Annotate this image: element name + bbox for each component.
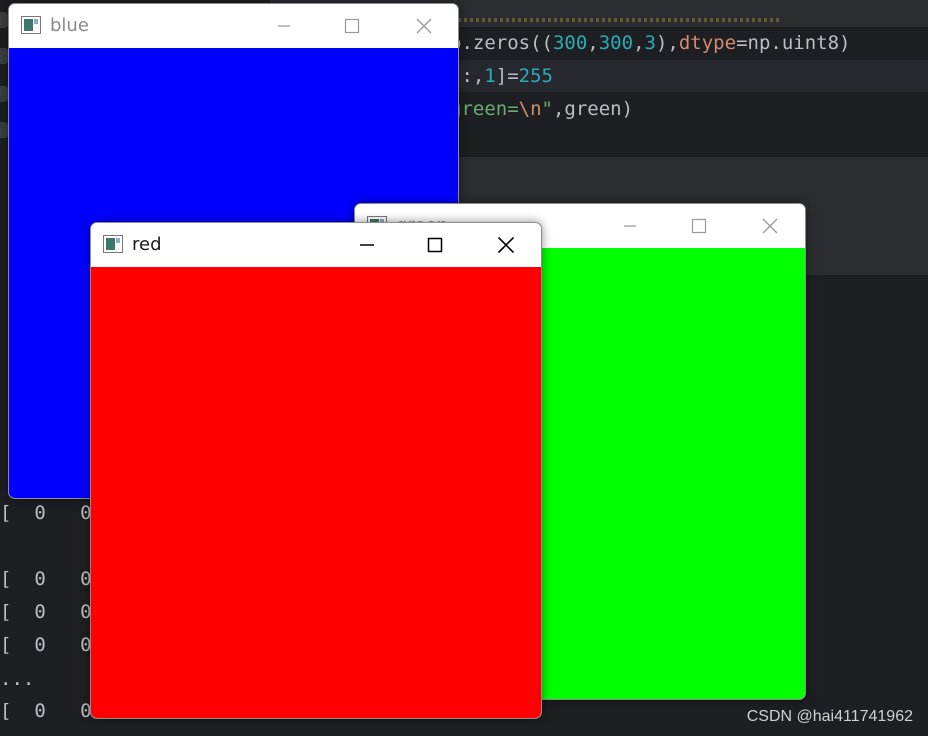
close-icon [762,218,778,234]
maximize-icon [344,18,360,34]
minimize-button[interactable] [607,204,653,248]
minimize-icon [360,244,374,246]
console-line: ... [0,668,35,690]
console-line: [ 0 0 [0,502,92,524]
watermark: CSDN @hai411741962 [746,708,913,725]
maximize-icon [691,218,707,234]
window-title: red [132,234,162,255]
close-button[interactable] [747,204,793,248]
console-line: [ 0 0 [0,601,92,623]
maximize-icon [427,237,443,253]
close-icon [416,18,432,34]
close-button[interactable] [483,223,529,267]
minimize-button[interactable] [344,223,390,267]
code-line-1: p.zeros((300,300,3),dtype=np.uint8) [450,32,851,54]
gutter-marker [0,48,8,64]
warning-squiggle [440,18,780,22]
app-icon [21,16,41,34]
close-button[interactable] [401,4,447,48]
code-line-3: green=\n",green) [450,98,634,120]
console-line: [ 0 0 [0,568,92,590]
minimize-icon [624,225,636,227]
maximize-button[interactable] [412,223,458,267]
window-title: blue [50,15,89,36]
blue-window-titlebar[interactable]: blue [9,4,458,48]
minimize-icon [278,25,290,27]
app-icon [103,235,123,253]
maximize-button[interactable] [676,204,722,248]
minimize-button[interactable] [261,4,307,48]
console-line: [ 0 0 [0,700,92,722]
red-window[interactable]: red [90,222,542,719]
gutter-marker [0,122,8,138]
gutter-marker [0,12,8,28]
gutter-marker [0,86,8,102]
red-window-titlebar[interactable]: red [91,223,541,267]
console-line: [ 0 0 [0,634,92,656]
close-icon [497,236,515,254]
red-image-canvas [91,267,541,718]
maximize-button[interactable] [329,4,375,48]
